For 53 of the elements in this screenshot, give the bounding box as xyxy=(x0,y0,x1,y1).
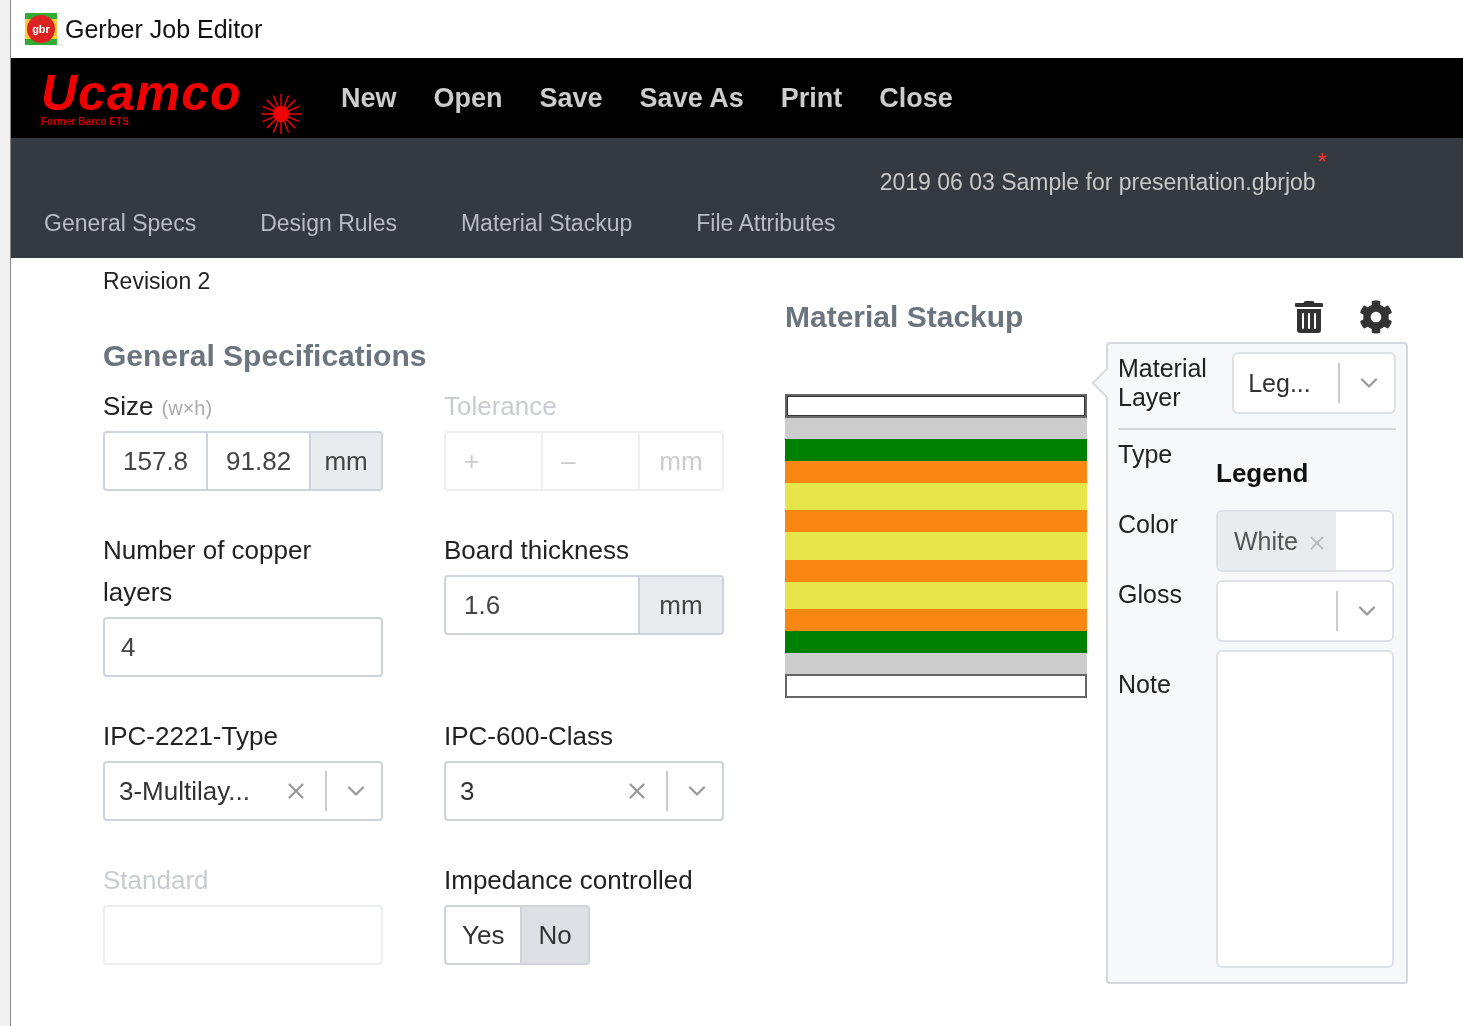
select-field[interactable] xyxy=(1216,580,1394,642)
field-label: Material Layer xyxy=(1118,354,1208,412)
field-label: Type xyxy=(1118,440,1174,469)
select-field[interactable]: 3 xyxy=(444,761,724,821)
field-label: Color xyxy=(1118,510,1179,539)
select-field[interactable]: 3-Multilay... xyxy=(103,761,383,821)
section-heading: Material Stackup xyxy=(785,300,1025,334)
menu-item[interactable]: Open xyxy=(433,82,503,114)
type-value: Legend xyxy=(1216,458,1309,489)
unit-label: mm xyxy=(311,433,381,489)
select-value: 3-Multilay... xyxy=(119,775,251,807)
toggle-button[interactable]: No xyxy=(520,905,590,965)
field-hint: (w×h) xyxy=(161,397,213,420)
logo-tagline: Former Barco ETS xyxy=(41,115,129,127)
tab[interactable]: Material Stackup xyxy=(460,210,633,247)
menu-item[interactable]: New xyxy=(341,82,397,114)
note-field[interactable] xyxy=(1216,650,1394,968)
field-label: Note xyxy=(1118,670,1172,699)
unit-label: mm xyxy=(640,577,722,633)
revision-label: Revision 2 xyxy=(103,268,212,295)
delete-icon[interactable] xyxy=(1293,301,1325,333)
file-name: 2019 06 03 Sample for presentation.gbrjob xyxy=(879,169,1316,196)
tab[interactable]: File Attributes xyxy=(696,210,836,247)
menu-item[interactable]: Print xyxy=(780,82,843,114)
field-label: Board thickness xyxy=(444,534,630,567)
stackup-layer[interactable] xyxy=(785,394,1087,418)
input-field[interactable]: 157.8 xyxy=(105,433,209,489)
menu-item[interactable]: Close xyxy=(879,82,953,114)
section-heading: General Specifications xyxy=(103,339,428,373)
field-label: Gloss xyxy=(1118,580,1183,609)
field-label: Number of copper layers xyxy=(103,534,313,609)
toggle-button[interactable]: Yes xyxy=(444,905,523,965)
window-title: Gerber Job Editor xyxy=(65,14,263,44)
starburst-icon xyxy=(259,91,303,136)
stackup-layer[interactable] xyxy=(785,674,1087,698)
color-field[interactable]: White xyxy=(1216,510,1394,572)
settings-icon[interactable] xyxy=(1359,300,1393,334)
field-label: IPC-2221-Type xyxy=(103,720,279,753)
field-label: Impedance controlled xyxy=(444,864,694,897)
app-icon: gbr xyxy=(25,13,57,45)
input-field[interactable]: 4 xyxy=(103,617,383,677)
select-value: 3 xyxy=(460,775,476,807)
select-field[interactable]: Leg... xyxy=(1232,352,1396,414)
color-tag: White xyxy=(1218,512,1336,570)
tab[interactable]: Design Rules xyxy=(260,210,397,247)
menu-item[interactable]: Save As xyxy=(639,82,744,114)
select-value: Leg... xyxy=(1248,368,1312,398)
menu-item[interactable]: Save xyxy=(539,82,603,114)
logo-text: Ucamco xyxy=(41,69,242,116)
field-label: Size xyxy=(103,390,154,423)
modified-mark: * xyxy=(1317,148,1327,176)
tab[interactable]: General Specs xyxy=(44,210,197,247)
field-label: IPC-600-Class xyxy=(444,720,615,753)
